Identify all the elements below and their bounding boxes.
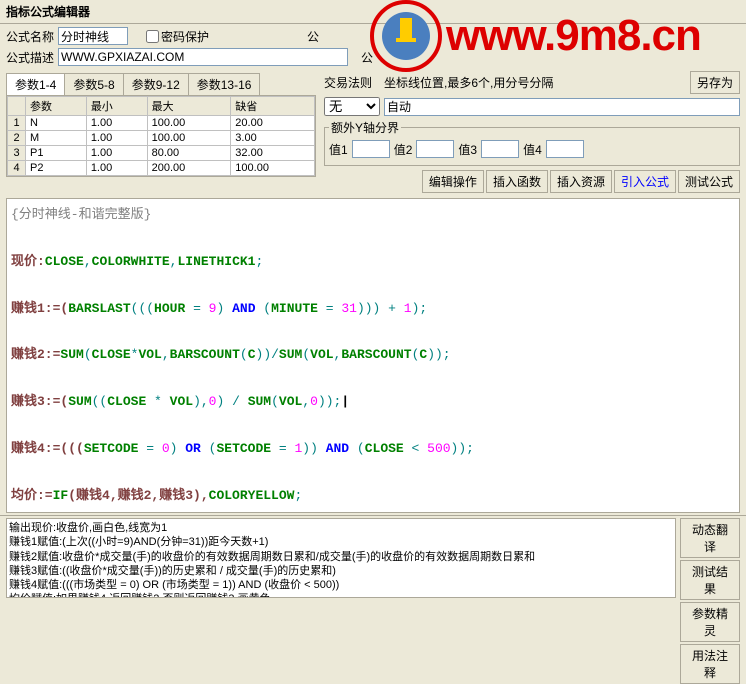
param-row: 1N1.00100.0020.00: [8, 116, 315, 131]
usage-notes-button[interactable]: 用法注释: [680, 644, 740, 684]
formula-name-input[interactable]: [58, 27, 128, 45]
insert-func-button[interactable]: 插入函数: [486, 170, 548, 193]
formula-label-2: 公: [361, 49, 373, 66]
window-title: 指标公式编辑器: [0, 0, 746, 24]
formula-label-1: 公: [307, 28, 319, 45]
extra-y-legend: 额外Y轴分界: [329, 119, 401, 136]
desc-label: 公式描述: [6, 49, 54, 66]
value2-input[interactable]: [416, 140, 454, 158]
param-row: 4P21.00200.00100.00: [8, 161, 315, 176]
test-formula-button[interactable]: 测试公式: [678, 170, 740, 193]
param-wizard-button[interactable]: 参数精灵: [680, 602, 740, 642]
value4-input[interactable]: [546, 140, 584, 158]
tab-params-9-12[interactable]: 参数9-12: [123, 73, 189, 95]
save-as-button[interactable]: 另存为: [690, 71, 740, 94]
value1-input[interactable]: [352, 140, 390, 158]
code-editor[interactable]: {分时神线-和谐完整版} 现价:CLOSE,COLORWHITE,LINETHI…: [6, 198, 740, 513]
password-checkbox[interactable]: [146, 30, 159, 43]
test-result-button[interactable]: 测试结果: [680, 560, 740, 600]
param-row: 3P11.0080.0032.00: [8, 146, 315, 161]
password-label: 密码保护: [161, 28, 209, 45]
name-label: 公式名称: [6, 28, 54, 45]
insert-res-button[interactable]: 插入资源: [550, 170, 612, 193]
param-row: 2M1.00100.003.00: [8, 131, 315, 146]
tab-params-5-8[interactable]: 参数5-8: [64, 73, 123, 95]
value3-input[interactable]: [481, 140, 519, 158]
edit-ops-button[interactable]: 编辑操作: [422, 170, 484, 193]
tab-params-13-16[interactable]: 参数13-16: [188, 73, 261, 95]
rule-select[interactable]: 无: [324, 97, 380, 116]
coord-input[interactable]: [384, 98, 740, 116]
extra-y-fieldset: 额外Y轴分界 值1 值2 值3 值4: [324, 119, 740, 166]
formula-desc-input[interactable]: [58, 48, 348, 66]
param-tabs: 参数1-4 参数5-8 参数9-12 参数13-16: [6, 73, 316, 95]
dynamic-translate-button[interactable]: 动态翻译: [680, 518, 740, 558]
tab-params-1-4[interactable]: 参数1-4: [6, 73, 65, 95]
output-panel[interactable]: 输出现价:收盘价,画白色,线宽为1 赚钱1赋值:(上次((小时=9)AND(分钟…: [6, 518, 676, 598]
param-grid: 参数最小最大缺省 1N1.00100.0020.00 2M1.00100.003…: [6, 95, 316, 177]
rule-label: 交易法则: [324, 74, 372, 91]
import-formula-button[interactable]: 引入公式: [614, 170, 676, 193]
coord-label: 坐标线位置,最多6个,用分号分隔: [384, 74, 553, 91]
